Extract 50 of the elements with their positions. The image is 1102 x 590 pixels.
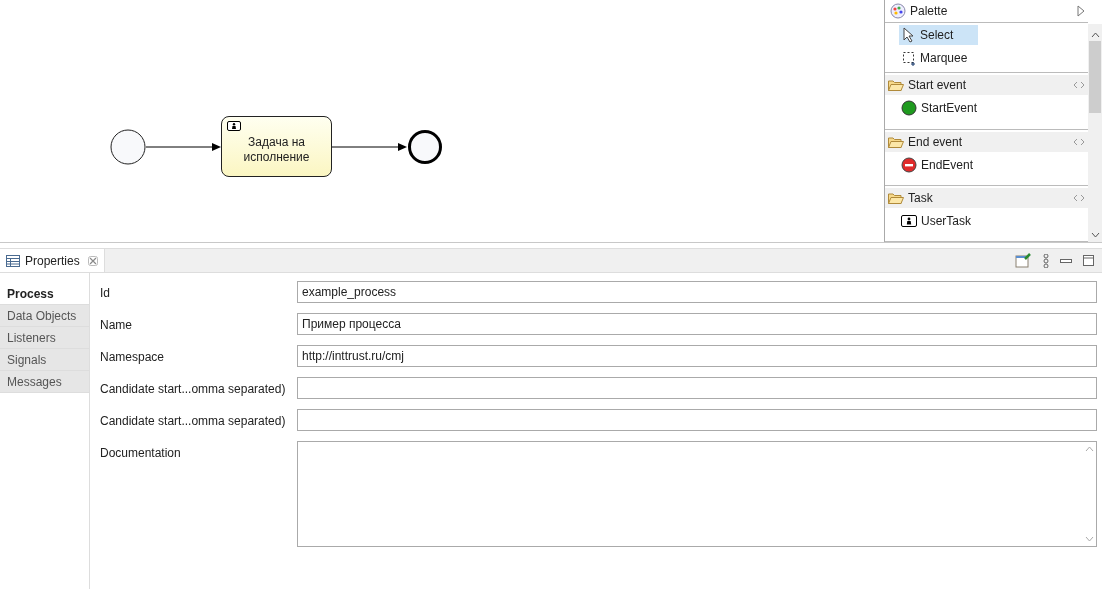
- folder-icon: [888, 191, 904, 204]
- close-icon[interactable]: [87, 255, 98, 266]
- palette-icon: [890, 3, 906, 20]
- field-label: Candidate start...omma separated): [100, 381, 287, 398]
- maximize-icon[interactable]: [1083, 255, 1094, 266]
- text-field[interactable]: http://inttrust.ru/cmj: [297, 345, 1097, 367]
- stop-sign-icon: [901, 156, 917, 173]
- section-tab[interactable]: Messages: [0, 371, 89, 393]
- marquee-icon: [902, 50, 916, 67]
- end-event-circle[interactable]: [407, 128, 443, 165]
- field-label: Namespace: [100, 349, 166, 366]
- drawer-header[interactable]: End event: [885, 131, 1088, 152]
- task-label: Задача на исполнение: [242, 133, 311, 165]
- section-tab[interactable]: Listeners: [0, 327, 89, 349]
- view-menu-icon[interactable]: [1043, 253, 1049, 268]
- scroll-thumb[interactable]: [1089, 41, 1101, 113]
- section-tab[interactable]: Signals: [0, 349, 89, 371]
- minimize-icon[interactable]: [1060, 257, 1072, 264]
- palette-entry[interactable]: EndEvent: [885, 153, 1088, 176]
- text-field[interactable]: [297, 409, 1097, 431]
- user-task-icon: [227, 121, 241, 131]
- table-icon: [6, 254, 20, 267]
- scroll-down-icon[interactable]: [1090, 232, 1100, 238]
- palette-entry[interactable]: UserTask: [885, 209, 1088, 232]
- field-label: Name: [100, 317, 133, 334]
- folder-icon: [888, 135, 904, 148]
- text-field[interactable]: example_process: [297, 281, 1097, 303]
- scrollbar[interactable]: [1088, 24, 1102, 242]
- text-field[interactable]: [297, 377, 1097, 399]
- palette-title: Palette: [910, 3, 949, 21]
- field-label: Id: [100, 285, 111, 302]
- text-field[interactable]: Пример процесса: [297, 313, 1097, 335]
- drawer-header[interactable]: Start event: [885, 75, 1088, 96]
- drawer-header[interactable]: Task: [885, 187, 1088, 208]
- start-event-icon: [901, 100, 917, 117]
- task-node[interactable]: Задача на исполнение: [221, 116, 332, 177]
- palette-tool[interactable]: Marquee: [899, 48, 978, 69]
- field-label: Candidate start...omma separated): [100, 413, 287, 430]
- collapse-arrow-icon[interactable]: [1077, 5, 1085, 18]
- pin-icon[interactable]: [1015, 253, 1032, 268]
- folder-icon: [888, 79, 904, 92]
- field-label: Documentation: [100, 445, 182, 462]
- person-icon: [901, 214, 917, 227]
- section-tab[interactable]: Data Objects: [0, 305, 89, 327]
- palette-tool[interactable]: Select: [899, 25, 978, 46]
- scroll-up-icon[interactable]: [1090, 32, 1100, 38]
- palette-entry[interactable]: StartEvent: [885, 97, 1088, 120]
- start-event-circle[interactable]: [110, 128, 146, 165]
- pointer-icon: [902, 27, 916, 44]
- properties-tab[interactable]: Properties: [0, 249, 105, 272]
